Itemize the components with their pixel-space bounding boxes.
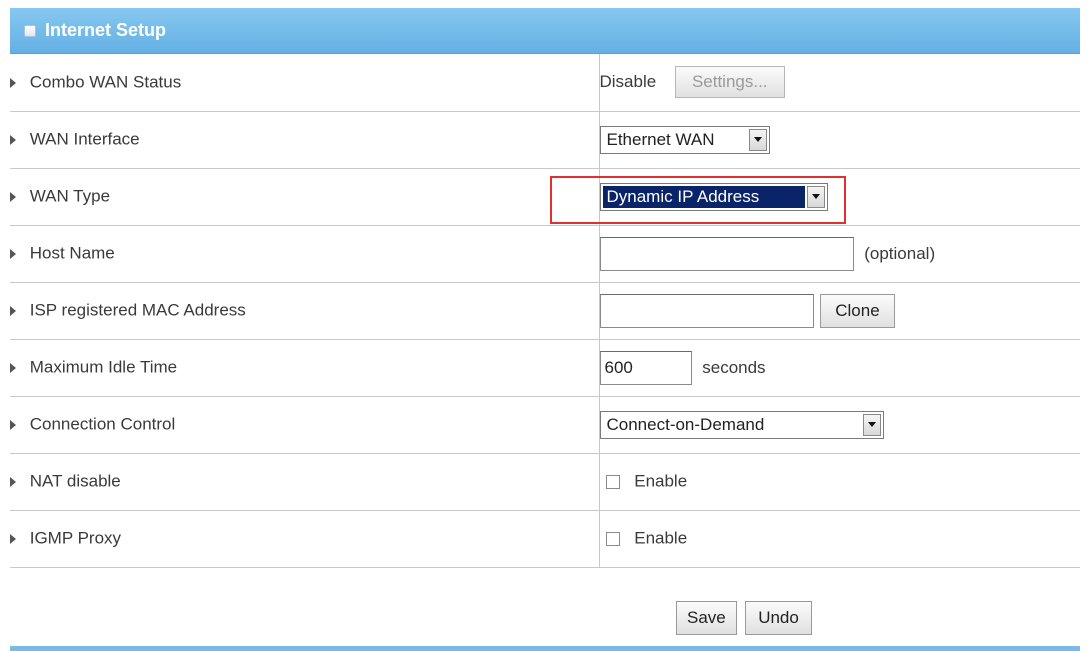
igmp-proxy-label: IGMP Proxy [29,528,122,548]
bullet-arrow-icon [10,476,16,487]
wan-type-highlight-box [550,176,846,224]
combo-wan-status-value: Disable [599,72,657,92]
row-isp-mac: ISP registered MAC Address Clone [10,282,1080,340]
igmp-proxy-checkbox[interactable] [605,531,620,546]
settings-button[interactable]: Settings... [674,66,785,99]
bullet-arrow-icon [10,362,16,373]
wan-interface-label: WAN Interface [29,129,140,149]
isp-mac-input[interactable] [599,293,814,328]
settings-table: Combo WAN Status Disable Settings... WAN… [10,54,1080,568]
max-idle-input[interactable] [599,350,692,385]
row-max-idle: Maximum Idle Time seconds [10,339,1080,397]
row-connection-control: Connection Control Connect-on-Demand [10,396,1080,454]
footer-divider [10,646,1080,651]
wan-interface-selected: Ethernet WAN [606,129,715,149]
wan-interface-select[interactable]: Ethernet WAN [599,125,770,154]
panel-header: Internet Setup [10,8,1080,54]
host-name-label: Host Name [29,243,115,263]
max-idle-unit: seconds [702,357,766,377]
save-button[interactable]: Save [676,601,737,635]
panel-header-icon [24,24,36,37]
bullet-arrow-icon [10,533,16,544]
dropdown-arrow-icon[interactable] [748,128,767,151]
bullet-arrow-icon [10,191,16,202]
clone-button[interactable]: Clone [820,293,895,328]
isp-mac-label: ISP registered MAC Address [29,300,246,320]
row-combo-wan-status: Combo WAN Status Disable Settings... [10,54,1080,112]
host-name-hint: (optional) [864,243,936,263]
row-nat-disable: NAT disable Enable [10,453,1080,511]
bullet-arrow-icon [10,77,16,88]
undo-button[interactable]: Undo [745,601,812,635]
bullet-arrow-icon [10,305,16,316]
footer-button-group: Save Undo [676,601,812,635]
row-host-name: Host Name (optional) [10,225,1080,283]
connection-control-select[interactable]: Connect-on-Demand [599,410,884,439]
bullet-arrow-icon [10,419,16,430]
nat-disable-enable-label: Enable [634,471,688,491]
nat-disable-checkbox[interactable] [605,474,620,489]
dropdown-arrow-icon[interactable] [862,413,881,436]
bullet-arrow-icon [10,134,16,145]
igmp-proxy-enable-label: Enable [634,528,688,548]
row-wan-interface: WAN Interface Ethernet WAN [10,111,1080,169]
max-idle-label: Maximum Idle Time [29,357,178,377]
combo-wan-status-label: Combo WAN Status [29,72,182,92]
bullet-arrow-icon [10,248,16,259]
nat-disable-label: NAT disable [29,471,121,491]
footer-actions: Save Undo [10,583,1080,651]
connection-control-label: Connection Control [29,414,176,434]
host-name-input[interactable] [599,236,854,271]
connection-control-selected: Connect-on-Demand [606,414,765,434]
internet-setup-panel: Internet Setup Combo WAN Status Disable … [10,8,1080,651]
panel-title: Internet Setup [45,20,167,40]
row-wan-type: WAN Type Dynamic IP Address [10,168,1080,226]
wan-type-label: WAN Type [29,186,111,206]
row-igmp-proxy: IGMP Proxy Enable [10,510,1080,568]
